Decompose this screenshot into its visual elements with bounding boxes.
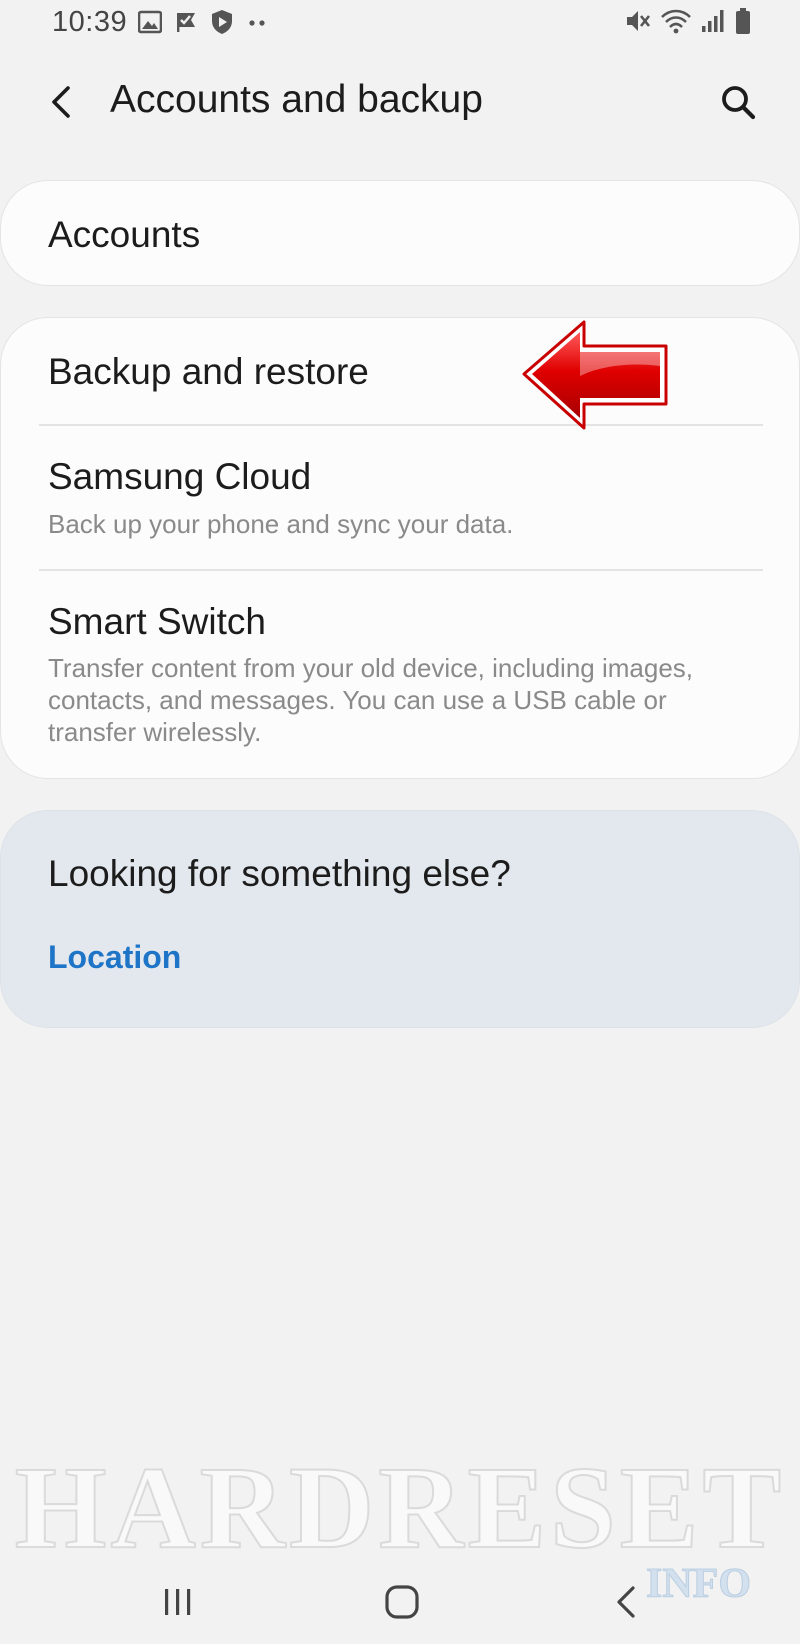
suggestions-title: Looking for something else? (48, 853, 511, 894)
check-flag-icon (174, 10, 198, 39)
navigation-bar (0, 1560, 800, 1644)
recents-icon (165, 1589, 191, 1615)
back-icon (617, 1586, 635, 1618)
accounts-card: Accounts (0, 180, 800, 286)
back-chevron-icon (52, 86, 70, 118)
samsung-cloud-title: Samsung Cloud (48, 456, 312, 497)
system-icons (624, 7, 752, 40)
mute-icon (624, 7, 652, 40)
backup-and-restore-row[interactable]: Backup and restore (1, 318, 799, 424)
search-icon (722, 86, 756, 120)
suggestions-card: Looking for something else? Location (0, 810, 800, 1028)
status-time: 10:39 (52, 6, 128, 38)
more-dots-icon (246, 15, 268, 33)
home-button[interactable] (362, 1572, 442, 1632)
watermark: HARDRESET (14, 1441, 786, 1574)
battery-icon (734, 7, 752, 40)
search-button[interactable] (710, 74, 766, 130)
location-link[interactable]: Location (48, 939, 181, 976)
backup-and-restore-title: Backup and restore (48, 351, 369, 392)
signal-icon (700, 8, 726, 39)
page-title: Accounts and backup (110, 78, 483, 121)
smart-switch-title: Smart Switch (48, 601, 266, 642)
smart-switch-row[interactable]: Smart Switch Transfer content from your … (1, 571, 799, 778)
samsung-cloud-row[interactable]: Samsung Cloud Back up your phone and syn… (1, 426, 799, 568)
recents-button[interactable] (138, 1572, 218, 1632)
accounts-title: Accounts (48, 214, 201, 255)
samsung-cloud-subtitle: Back up your phone and sync your data. (48, 509, 514, 539)
annotation-arrow (520, 316, 672, 436)
wifi-icon (660, 7, 692, 40)
notification-icons (137, 9, 268, 40)
accounts-row[interactable]: Accounts (1, 181, 799, 285)
shield-icon (210, 9, 234, 40)
backup-card: Backup and restore Samsung Cloud Back up… (0, 317, 800, 779)
smart-switch-subtitle: Transfer content from your old device, i… (48, 653, 694, 747)
status-bar: 10:39 (0, 0, 800, 48)
app-bar: Accounts and backup (0, 60, 800, 144)
gallery-icon (137, 10, 163, 39)
home-icon (385, 1585, 419, 1619)
nav-back-button[interactable] (586, 1572, 666, 1632)
back-button[interactable] (36, 74, 88, 130)
